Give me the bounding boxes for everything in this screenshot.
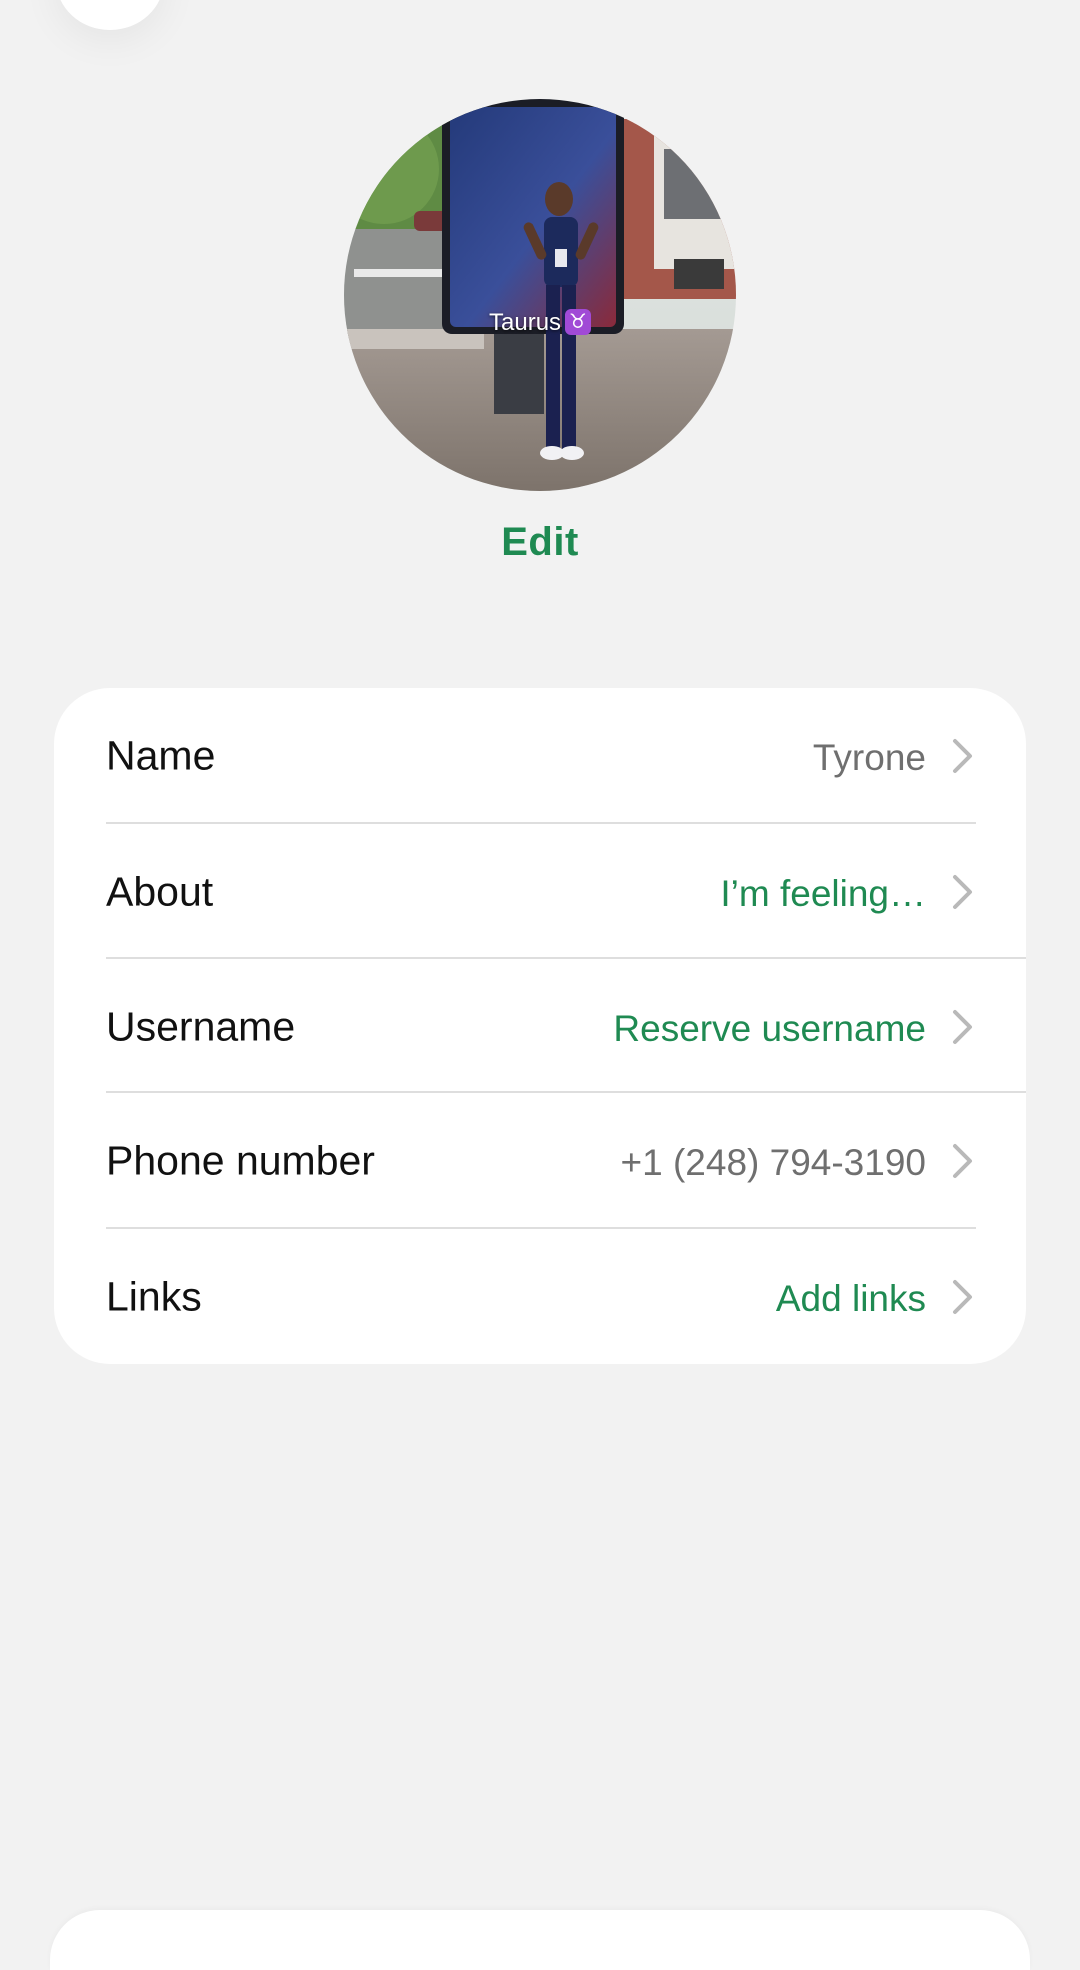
- back-button[interactable]: [56, 0, 164, 30]
- row-username-label: Username: [106, 1003, 296, 1049]
- row-name-label: Name: [106, 732, 216, 778]
- row-username-value: Reserve username: [613, 1007, 926, 1049]
- row-links[interactable]: Links Add links: [54, 1229, 1026, 1364]
- row-about[interactable]: About I’m feeling…: [54, 824, 1026, 959]
- zodiac-icon: ♉: [565, 309, 591, 335]
- row-phone-number-label: Phone number: [106, 1137, 375, 1183]
- avatar-caption: Taurus ♉: [344, 309, 736, 337]
- row-links-label: Links: [106, 1273, 202, 1319]
- chevron-right-icon: [953, 1009, 972, 1044]
- chevron-right-icon: [953, 1279, 972, 1314]
- chevron-right-icon: [953, 1143, 972, 1178]
- bottom-sheet: [50, 1910, 1030, 1970]
- edit-profile-photo-link[interactable]: Edit: [0, 520, 1080, 565]
- row-phone-number[interactable]: Phone number +1 (248) 794-3190: [54, 1093, 1026, 1228]
- chevron-right-icon: [953, 874, 972, 909]
- profile-photo-image: [344, 99, 736, 491]
- chevron-right-icon: [953, 738, 972, 773]
- row-phone-number-value: +1 (248) 794-3190: [620, 1141, 927, 1183]
- avatar-caption-text: Taurus: [489, 309, 562, 336]
- profile-photo[interactable]: Taurus ♉: [344, 99, 736, 491]
- row-about-label: About: [106, 868, 214, 914]
- row-username[interactable]: Username Reserve username: [54, 959, 1026, 1094]
- row-name-value: Tyrone: [812, 736, 926, 778]
- row-name[interactable]: Name Tyrone: [54, 688, 1026, 823]
- row-about-value: I’m feeling…: [720, 872, 926, 914]
- row-links-value: Add links: [775, 1277, 926, 1319]
- profile-details-card: Name Tyrone About I’m feeling… Username …: [54, 688, 1026, 1364]
